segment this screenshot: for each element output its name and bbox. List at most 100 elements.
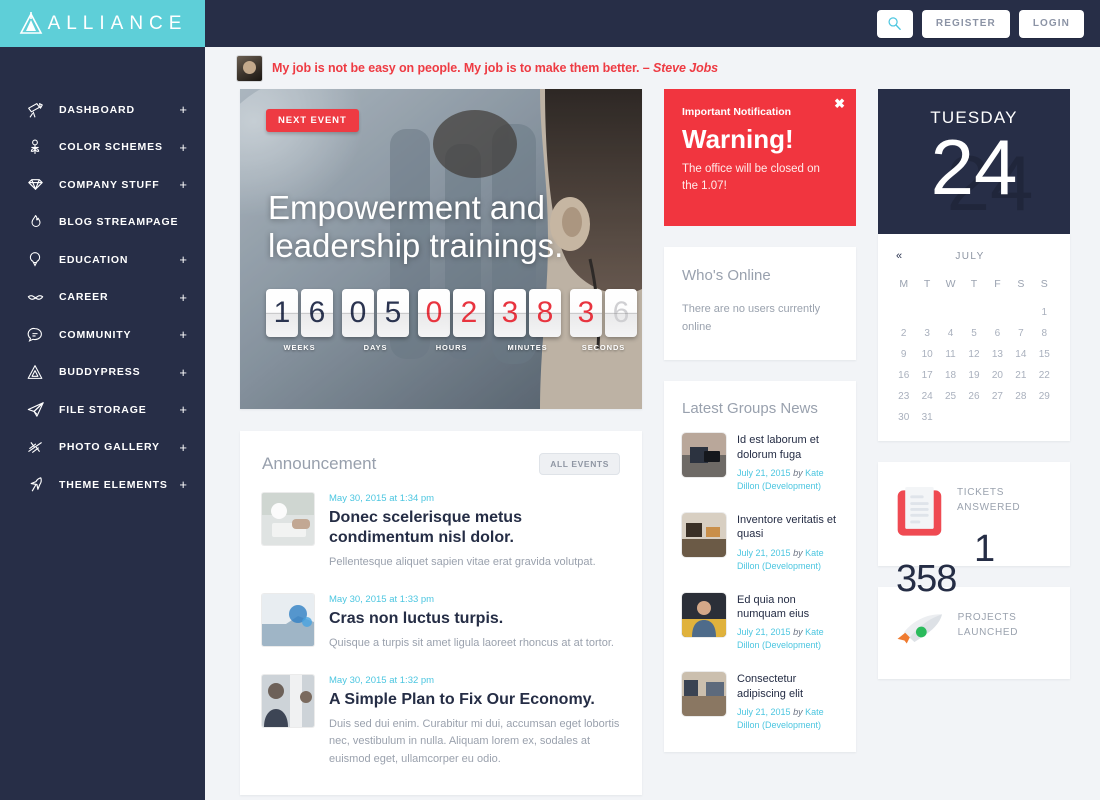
calendar-day-empty	[915, 307, 938, 318]
calendar-day[interactable]: 16	[892, 370, 915, 381]
dashboard-columns: NEXT EVENT Empowerment and leadership tr…	[205, 89, 1100, 796]
sidebar-item-photo-gallery[interactable]: PHOTO GALLERY +	[0, 429, 205, 467]
search-button[interactable]	[876, 9, 913, 38]
whos-online-text: There are no users currently online	[682, 303, 821, 334]
calendar-day[interactable]: 15	[1033, 349, 1056, 360]
calendar-day[interactable]: 2	[892, 328, 915, 339]
news-by: by	[793, 467, 803, 478]
logo[interactable]: ALLIANCE	[0, 0, 205, 47]
sidebar-item-dashboard[interactable]: DASHBOARD +	[0, 91, 205, 129]
calendar-day[interactable]: 23	[892, 391, 915, 402]
sidebar-expand-icon[interactable]: +	[179, 403, 187, 416]
calendar-day[interactable]: 13	[986, 349, 1009, 360]
login-button[interactable]: LOGIN	[1018, 9, 1084, 38]
calendar-day[interactable]: 24	[915, 391, 938, 402]
column-main: NEXT EVENT Empowerment and leadership tr…	[240, 89, 642, 796]
news-title[interactable]: Inventore veritatis et quasi	[737, 513, 838, 542]
calendar-day[interactable]: 12	[962, 349, 985, 360]
news-title[interactable]: Ed quia non numquam eius	[737, 593, 838, 622]
calendar-day[interactable]: 17	[915, 370, 938, 381]
post-body: May 30, 2015 at 1:32 pm A Simple Plan to…	[329, 675, 620, 769]
countdown-group-weeks: 1 6 WEEKS	[266, 289, 333, 352]
calendar-day[interactable]: 11	[939, 349, 962, 360]
register-button[interactable]: REGISTER	[921, 9, 1010, 38]
sidebar-item-company-stuff[interactable]: COMPANY STUFF +	[0, 166, 205, 204]
sidebar-item-community[interactable]: COMMUNITY +	[0, 316, 205, 354]
thumbnail-image	[682, 672, 726, 717]
news-title[interactable]: Consectetur adipiscing elit	[737, 672, 838, 701]
calendar-day[interactable]: 25	[939, 391, 962, 402]
sidebar-expand-icon[interactable]: +	[179, 141, 187, 154]
calendar-day[interactable]: 6	[986, 328, 1009, 339]
calendar-day[interactable]: 14	[1009, 349, 1032, 360]
calendar-day[interactable]: 5	[962, 328, 985, 339]
sidebar-item-career[interactable]: CAREER +	[0, 279, 205, 317]
calendar-day[interactable]: 20	[986, 370, 1009, 381]
news-item[interactable]: Ed quia non numquam eius July 21, 2015 b…	[682, 592, 838, 653]
sidebar-label: BLOG STREAMPAGE	[59, 216, 179, 229]
sidebar-expand-icon[interactable]: +	[179, 253, 187, 266]
calendar-day[interactable]: 22	[1033, 370, 1056, 381]
calendar-day[interactable]: 21	[1009, 370, 1032, 381]
sidebar-label: COMPANY STUFF	[59, 178, 160, 191]
announcement-panel: Announcement ALL EVENTS May 30, 2015 at …	[240, 431, 642, 796]
calendar-day[interactable]: 31	[915, 412, 938, 423]
news-by: by	[793, 547, 803, 558]
news-thumbnail	[682, 433, 726, 478]
calendar-day[interactable]: 18	[939, 370, 962, 381]
news-thumbnail	[682, 672, 726, 717]
calendar-day[interactable]: 29	[1033, 391, 1056, 402]
calendar-day[interactable]: 4	[939, 328, 962, 339]
calendar-day[interactable]: 19	[962, 370, 985, 381]
sidebar-item-theme-elements[interactable]: THEME ELEMENTS +	[0, 466, 205, 504]
calendar-day[interactable]: 30	[892, 412, 915, 423]
sidebar-expand-icon[interactable]: +	[179, 478, 187, 491]
news-title[interactable]: Id est laborum et dolorum fuga	[737, 433, 838, 462]
sidebar-item-color-schemes[interactable]: COLOR SCHEMES +	[0, 129, 205, 167]
news-item[interactable]: Inventore veritatis et quasi July 21, 20…	[682, 512, 838, 573]
countdown-digit: 8	[529, 289, 561, 337]
all-events-button[interactable]: ALL EVENTS	[539, 453, 620, 475]
calendar-header: « JULY	[892, 250, 1056, 262]
next-event-badge: NEXT EVENT	[266, 109, 359, 132]
stat-value-primary: 1	[974, 528, 995, 570]
sidebar-expand-icon[interactable]: +	[179, 103, 187, 116]
sidebar-item-buddypress[interactable]: BUDDYPRESS +	[0, 354, 205, 392]
calendar-prev-button[interactable]: «	[892, 250, 902, 262]
calendar-day[interactable]: 7	[1009, 328, 1032, 339]
quote-body: My job is not be easy on people. My job …	[272, 61, 653, 75]
announcement-item[interactable]: May 30, 2015 at 1:33 pm Cras non luctus …	[262, 593, 620, 653]
announcement-item[interactable]: May 30, 2015 at 1:32 pm A Simple Plan to…	[262, 674, 620, 769]
sidebar-item-blog-streampage[interactable]: BLOG STREAMPAGE	[0, 204, 205, 242]
calendar-day[interactable]: 26	[962, 391, 985, 402]
calendar-day[interactable]: 10	[915, 349, 938, 360]
calendar-day[interactable]: 3	[915, 328, 938, 339]
countdown-label: WEEKS	[283, 343, 316, 352]
post-title[interactable]: Donec scelerisque metus condimentum nisl…	[329, 508, 620, 548]
post-title[interactable]: A Simple Plan to Fix Our Economy.	[329, 690, 620, 710]
sidebar-expand-icon[interactable]: +	[179, 328, 187, 341]
calendar-day[interactable]: 9	[892, 349, 915, 360]
rocket-icon	[897, 614, 943, 644]
sidebar-expand-icon[interactable]: +	[179, 291, 187, 304]
calendar-month-label: JULY	[955, 250, 985, 262]
countdown-digit: 6	[605, 289, 637, 337]
close-icon[interactable]: ✖	[834, 97, 845, 110]
post-title[interactable]: Cras non luctus turpis.	[329, 609, 620, 629]
news-item[interactable]: Id est laborum et dolorum fuga July 21, …	[682, 433, 838, 493]
announcement-item[interactable]: May 30, 2015 at 1:34 pm Donec scelerisqu…	[262, 493, 620, 572]
calendar-day[interactable]: 27	[986, 391, 1009, 402]
news-item[interactable]: Consectetur adipiscing elit July 21, 201…	[682, 672, 838, 732]
thumbnail-image	[682, 433, 726, 478]
calendar-day[interactable]: 1	[1033, 307, 1056, 318]
calendar-day[interactable]: 28	[1009, 391, 1032, 402]
calendar-day[interactable]: 8	[1033, 328, 1056, 339]
news-meta: July 21, 2015 by Kate Dillon (Developmen…	[737, 547, 838, 573]
sidebar-item-file-storage[interactable]: FILE STORAGE +	[0, 391, 205, 429]
sidebar-item-education[interactable]: EDUCATION +	[0, 241, 205, 279]
sidebar-expand-icon[interactable]: +	[179, 178, 187, 191]
sidebar-expand-icon[interactable]: +	[179, 441, 187, 454]
thumbnail-image	[682, 512, 726, 557]
countdown-group-minutes: 3 8 MINUTES	[494, 289, 561, 352]
sidebar-expand-icon[interactable]: +	[179, 366, 187, 379]
